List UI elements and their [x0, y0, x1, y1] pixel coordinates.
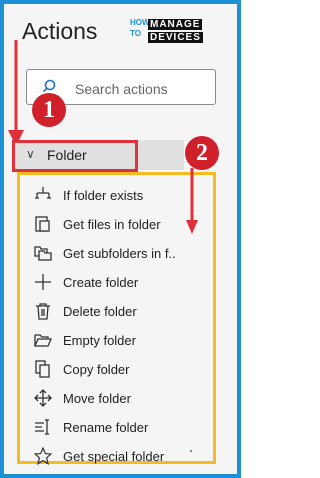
action-create-folder[interactable]: Create folder [34, 269, 214, 297]
action-rename-folder[interactable]: Rename folder [34, 414, 214, 442]
plus-icon [35, 274, 51, 290]
folder-highlight-box [12, 140, 138, 172]
move-icon [34, 389, 52, 407]
action-empty-folder[interactable]: Empty folder [34, 327, 214, 355]
step-badge-2: 2 [185, 136, 219, 170]
action-get-subfolders-in-folder[interactable]: Get subfolders in f.. [34, 240, 214, 268]
action-delete-folder[interactable]: Delete folder [34, 298, 214, 326]
pane-title: Actions [22, 18, 98, 44]
action-move-folder[interactable]: Move folder [34, 385, 214, 413]
search-icon [42, 79, 56, 93]
branch-icon [35, 187, 51, 199]
copy-icon [35, 360, 50, 378]
subfolders-icon [34, 246, 52, 261]
action-get-special-folder[interactable]: Get special folder [34, 443, 214, 471]
trash-icon [36, 303, 50, 320]
files-icon [35, 216, 50, 232]
step-badge-1: 1 [32, 93, 66, 127]
search-placeholder: Search actions [75, 81, 168, 97]
howtomanagedevices-logo: HOW TO MANAGE DEVICES [130, 18, 203, 43]
rename-icon [35, 419, 49, 435]
star-icon [34, 447, 52, 465]
action-copy-folder[interactable]: Copy folder [34, 356, 214, 384]
open-folder-icon [34, 334, 52, 347]
decorative-dot [190, 450, 192, 452]
annotation-arrow-down-2 [186, 168, 198, 234]
annotation-arrow-down [8, 40, 24, 146]
